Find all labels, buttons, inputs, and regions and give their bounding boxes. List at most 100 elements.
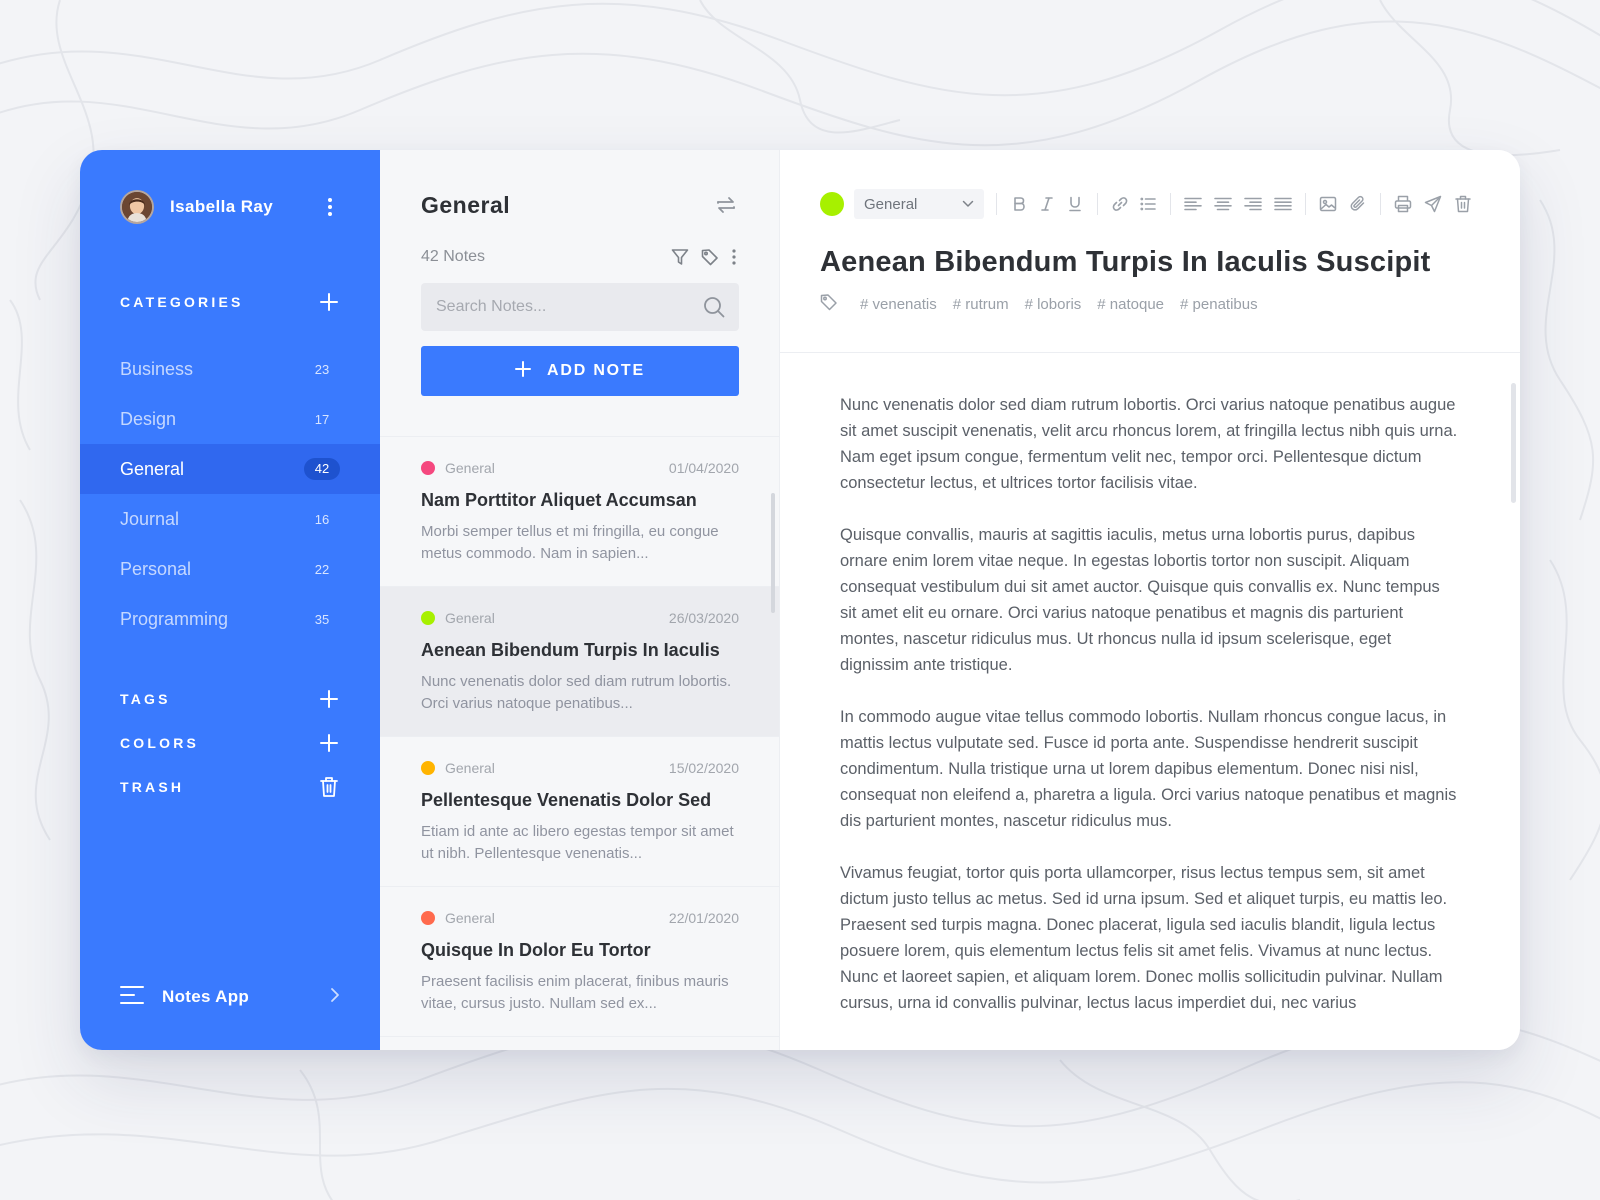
category-item-journal[interactable]: Journal 16 bbox=[80, 494, 380, 544]
list-icon[interactable] bbox=[1138, 193, 1158, 215]
kebab-icon[interactable] bbox=[729, 246, 739, 268]
note-excerpt: Nunc venenatis dolor sed diam rutrum lob… bbox=[421, 673, 732, 712]
plus-icon bbox=[515, 360, 532, 382]
category-count-badge: 42 bbox=[304, 458, 340, 480]
note-color-picker[interactable] bbox=[820, 192, 844, 216]
note-meta: General 26/03/2020 bbox=[421, 609, 739, 627]
align-justify-icon[interactable] bbox=[1273, 193, 1293, 215]
note-date: 15/02/2020 bbox=[668, 760, 739, 776]
kebab-icon[interactable] bbox=[320, 190, 340, 224]
note-title: Aenean Bibendum Turpis In Iaculis bbox=[421, 640, 720, 660]
image-icon[interactable] bbox=[1318, 193, 1338, 215]
colors-title: COLORS bbox=[120, 735, 200, 751]
note-date: 01/04/2020 bbox=[668, 460, 739, 476]
search-input[interactable] bbox=[436, 298, 703, 316]
category-select-value: General bbox=[864, 195, 918, 213]
add-category-plus-icon[interactable] bbox=[318, 291, 340, 313]
menu-icon bbox=[120, 985, 144, 1010]
note-title-heading[interactable]: Aenean Bibendum Turpis In Iaculis Suscip… bbox=[820, 246, 1480, 279]
trash-icon[interactable] bbox=[318, 776, 340, 798]
tag-chip[interactable]: # venenatis bbox=[860, 296, 937, 313]
note-list-header: General bbox=[421, 190, 739, 220]
trash-header[interactable]: TRASH bbox=[120, 775, 340, 799]
trash-icon[interactable] bbox=[1453, 193, 1473, 215]
note-list-scrollbar[interactable] bbox=[771, 493, 775, 613]
colors-header[interactable]: COLORS bbox=[120, 731, 340, 755]
sidebar: Isabella Ray CATEGORIES Business 23 Desi… bbox=[80, 150, 380, 1050]
category-count: 35 bbox=[314, 611, 330, 627]
note-meta: General 01/04/2020 bbox=[421, 459, 739, 477]
align-right-icon[interactable] bbox=[1243, 193, 1263, 215]
note-card[interactable]: General 15/02/2020 Pellentesque Venenati… bbox=[380, 737, 779, 887]
category-list: Business 23 Design 17 General 42 Journal… bbox=[80, 344, 380, 644]
category-select[interactable]: General bbox=[854, 189, 984, 219]
toolbar-divider bbox=[1097, 193, 1098, 215]
note-excerpt: Praesent facilisis enim placerat, finibu… bbox=[421, 973, 729, 1012]
category-count: 16 bbox=[314, 511, 330, 527]
tag-chip[interactable]: # natoque bbox=[1097, 296, 1164, 313]
note-editor: General Aenean Bibendum Turpis In Iaculi… bbox=[780, 150, 1520, 1050]
attachment-icon[interactable] bbox=[1348, 193, 1368, 215]
avatar[interactable] bbox=[120, 190, 154, 224]
note-title: Nam Porttitor Aliquet Accumsan bbox=[421, 490, 697, 510]
media-group bbox=[1318, 193, 1368, 215]
app-switcher[interactable]: Notes App bbox=[120, 984, 340, 1010]
toolbar-divider bbox=[1380, 193, 1381, 215]
send-icon[interactable] bbox=[1423, 193, 1443, 215]
italic-icon[interactable] bbox=[1037, 193, 1057, 215]
tags-title: TAGS bbox=[120, 691, 171, 707]
editor-scrollbar[interactable] bbox=[1511, 383, 1516, 503]
user-name: Isabella Ray bbox=[170, 197, 274, 216]
category-item-programming[interactable]: Programming 35 bbox=[80, 594, 380, 644]
note-list-title: General bbox=[421, 191, 511, 218]
category-item-personal[interactable]: Personal 22 bbox=[80, 544, 380, 594]
category-label: Journal bbox=[120, 508, 180, 529]
category-item-design[interactable]: Design 17 bbox=[80, 394, 380, 444]
tags-header[interactable]: TAGS bbox=[120, 687, 340, 711]
app-name: Notes App bbox=[162, 987, 250, 1006]
category-label: Programming bbox=[120, 608, 229, 629]
align-left-icon[interactable] bbox=[1183, 193, 1203, 215]
user-profile[interactable]: Isabella Ray bbox=[120, 190, 340, 224]
align-center-icon[interactable] bbox=[1213, 193, 1233, 215]
note-category: General bbox=[445, 760, 495, 776]
note-color-dot bbox=[421, 461, 435, 475]
text-format-group bbox=[1009, 193, 1085, 215]
output-group bbox=[1393, 193, 1473, 215]
category-count: 22 bbox=[314, 561, 330, 577]
note-meta: General 22/01/2020 bbox=[421, 909, 739, 927]
note-card-selected[interactable]: General 26/03/2020 Aenean Bibendum Turpi… bbox=[380, 587, 779, 737]
underline-icon[interactable] bbox=[1065, 193, 1085, 215]
note-card[interactable]: General 22/01/2020 Quisque In Dolor Eu T… bbox=[380, 887, 779, 1037]
note-color-dot bbox=[421, 611, 435, 625]
editor-toolbar: General bbox=[820, 188, 1480, 220]
note-title: Quisque In Dolor Eu Tortor bbox=[421, 940, 651, 960]
note-color-dot bbox=[421, 761, 435, 775]
link-icon[interactable] bbox=[1110, 193, 1130, 215]
category-item-business[interactable]: Business 23 bbox=[80, 344, 380, 394]
category-label: Personal bbox=[120, 558, 192, 579]
tag-icon[interactable] bbox=[699, 246, 721, 268]
search-icon[interactable] bbox=[703, 296, 725, 318]
insert-group bbox=[1110, 193, 1158, 215]
notes-app-window: Isabella Ray CATEGORIES Business 23 Desi… bbox=[80, 150, 1520, 1050]
categories-title: CATEGORIES bbox=[120, 294, 244, 310]
tag-chip[interactable]: # loboris bbox=[1025, 296, 1082, 313]
print-icon[interactable] bbox=[1393, 193, 1413, 215]
note-list-panel: General 42 Notes Search Notes... ADD NOT… bbox=[380, 150, 780, 1050]
note-paragraph: Nunc venenatis dolor sed diam rutrum lob… bbox=[840, 396, 1458, 492]
sync-icon[interactable] bbox=[713, 192, 739, 218]
category-count: 17 bbox=[314, 411, 330, 427]
avatar-image bbox=[122, 192, 152, 222]
add-color-plus-icon[interactable] bbox=[318, 732, 340, 754]
note-list-actions bbox=[669, 246, 739, 268]
bold-icon[interactable] bbox=[1009, 193, 1029, 215]
category-item-general[interactable]: General 42 bbox=[80, 444, 380, 494]
note-body[interactable]: Nunc venenatis dolor sed diam rutrum lob… bbox=[840, 392, 1460, 1020]
add-note-button[interactable]: ADD NOTE bbox=[421, 346, 739, 396]
tag-chip[interactable]: # rutrum bbox=[953, 296, 1009, 313]
filter-icon[interactable] bbox=[669, 246, 691, 268]
add-tag-plus-icon[interactable] bbox=[318, 688, 340, 710]
note-card[interactable]: General 01/04/2020 Nam Porttitor Aliquet… bbox=[380, 437, 779, 587]
tag-chip[interactable]: # penatibus bbox=[1180, 296, 1258, 313]
